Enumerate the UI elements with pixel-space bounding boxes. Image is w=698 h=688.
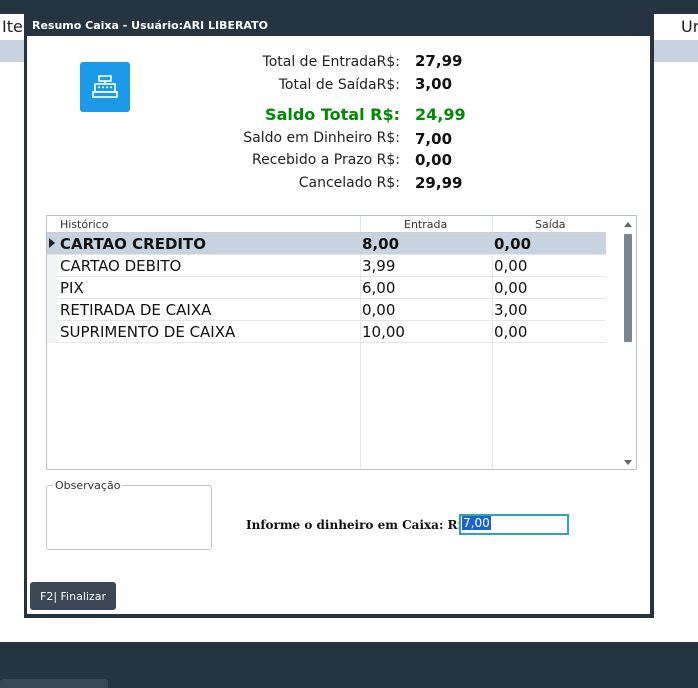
row-handle xyxy=(47,321,57,343)
table-row[interactable]: PIX 6,00 0,00 xyxy=(47,277,606,299)
cell-entrada: 8,00 xyxy=(362,235,400,253)
recebido-prazo-value: 0,00 xyxy=(415,151,453,169)
total-saida-value: 3,00 xyxy=(415,75,453,93)
saldo-dinheiro-value: 7,00 xyxy=(415,130,453,148)
row-handle xyxy=(47,299,57,321)
cancelado-value: 29,99 xyxy=(415,174,463,192)
observation-label: Observação xyxy=(53,479,123,492)
total-entrada-label: Total de EntradaR$: xyxy=(262,54,400,70)
background-bottom-tab[interactable] xyxy=(0,679,108,688)
background-topbar xyxy=(0,0,698,14)
column-header-entrada[interactable]: Entrada xyxy=(404,218,447,231)
cancelado-label: Cancelado R$: xyxy=(298,175,400,191)
saldo-total-value: 24,99 xyxy=(415,105,466,124)
cell-entrada: 3,99 xyxy=(362,257,396,275)
cell-entrada: 6,00 xyxy=(362,279,396,297)
cell-entrada: 0,00 xyxy=(362,301,396,319)
scroll-down-arrow-icon[interactable] xyxy=(624,460,632,465)
cash-input-label: Informe o dinheiro em Caixa: R$ xyxy=(246,518,466,532)
cash-amount-input[interactable]: 7,00 xyxy=(459,514,569,535)
cash-amount-value: 7,00 xyxy=(462,516,491,530)
cell-saida: 0,00 xyxy=(494,323,528,341)
row-handle xyxy=(47,277,57,299)
historico-grid[interactable]: Histórico Entrada Saída CARTAO CREDITO 8… xyxy=(46,215,637,470)
observation-field[interactable]: Observação xyxy=(46,479,212,550)
cell-historico: RETIRADA DE CAIXA xyxy=(60,301,212,319)
cell-saida: 0,00 xyxy=(494,235,532,253)
resumo-caixa-dialog: Resumo Caixa - Usuário:ARI LIBERATO Tota… xyxy=(24,14,654,618)
cell-historico: CARTAO CREDITO xyxy=(60,235,206,253)
cell-saida: 3,00 xyxy=(494,301,528,319)
saldo-total-label: Saldo Total R$: xyxy=(265,105,400,124)
finalizar-button[interactable]: F2| Finalizar xyxy=(30,582,116,610)
background-right-label: Ur xyxy=(681,17,698,36)
total-saida-label: Total de SaídaR$: xyxy=(278,77,400,93)
table-row[interactable]: SUPRIMENTO DE CAIXA 10,00 0,00 xyxy=(47,321,606,343)
table-row[interactable]: CARTAO CREDITO 8,00 0,00 xyxy=(47,233,606,255)
current-row-indicator-icon xyxy=(49,238,55,248)
row-handle xyxy=(47,255,57,277)
cell-saida: 0,00 xyxy=(494,279,528,297)
scroll-thumb[interactable] xyxy=(624,234,632,342)
scroll-up-arrow-icon[interactable] xyxy=(624,222,632,227)
grid-vertical-scrollbar[interactable] xyxy=(620,216,636,469)
cell-historico: CARTAO DEBITO xyxy=(60,257,182,275)
column-header-saida[interactable]: Saída xyxy=(535,218,566,231)
total-entrada-value: 27,99 xyxy=(415,52,463,70)
table-row[interactable]: RETIRADA DE CAIXA 0,00 3,00 xyxy=(47,299,606,321)
grid-header: Histórico Entrada Saída xyxy=(47,216,606,233)
background-left-label: Ite xyxy=(2,17,23,36)
dialog-body: Total de EntradaR$: 27,99 Total de Saída… xyxy=(27,36,650,614)
cell-saida: 0,00 xyxy=(494,257,528,275)
saldo-dinheiro-label: Saldo em Dinheiro R$: xyxy=(243,130,400,146)
column-header-historico[interactable]: Histórico xyxy=(60,218,108,231)
cell-historico: SUPRIMENTO DE CAIXA xyxy=(60,323,236,341)
recebido-prazo-label: Recebido a Prazo R$: xyxy=(252,152,400,168)
table-row[interactable]: CARTAO DEBITO 3,99 0,00 xyxy=(47,255,606,277)
cell-entrada: 10,00 xyxy=(362,323,405,341)
cell-historico: PIX xyxy=(60,279,84,297)
dialog-title: Resumo Caixa - Usuário:ARI LIBERATO xyxy=(32,19,268,32)
